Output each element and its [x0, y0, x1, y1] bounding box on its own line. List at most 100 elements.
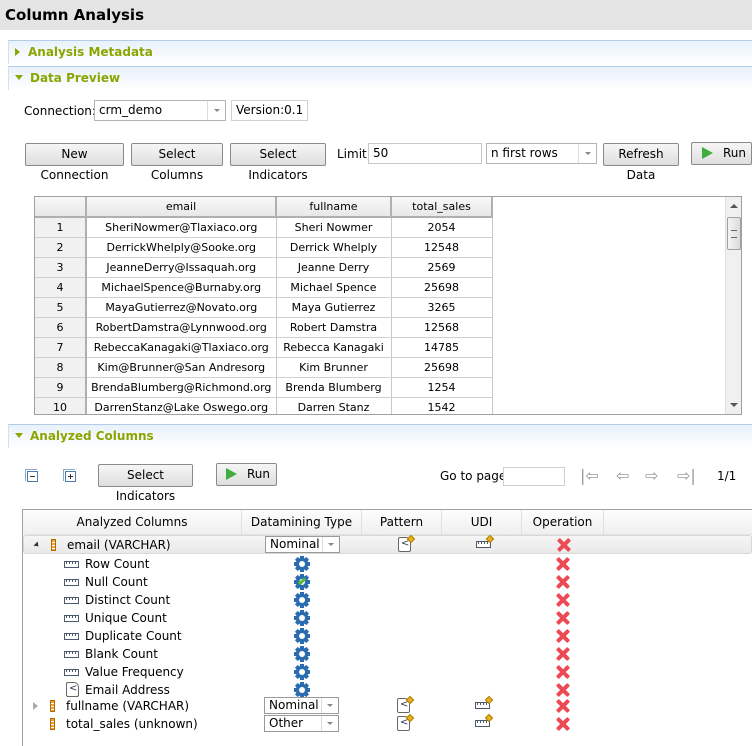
scroll-thumb[interactable] — [727, 217, 741, 250]
run-button-2[interactable]: Run — [216, 463, 277, 486]
table-cell[interactable]: Darren Stanz — [276, 397, 392, 414]
table-cell[interactable]: Sheri Nowmer — [276, 217, 392, 238]
indicator-row[interactable]: Distinct Count — [23, 591, 752, 609]
delete-icon[interactable] — [556, 647, 570, 661]
section-data-preview[interactable]: Data Preview — [8, 66, 752, 90]
header-datamining-type[interactable]: Datamining Type — [242, 510, 362, 535]
tree-row-fullname[interactable]: fullname (VARCHAR) Nominal — [23, 695, 752, 715]
expand-all-icon[interactable] — [63, 469, 76, 482]
table-cell[interactable]: 3265 — [391, 297, 493, 318]
expanded-arrow-icon[interactable] — [33, 541, 41, 549]
table-row[interactable]: 1 SheriNowmer@Tlaxiaco.org Sheri Nowmer 205… — [35, 217, 493, 238]
last-page-icon[interactable]: ⇨| — [677, 468, 696, 484]
go-to-page-input[interactable] — [503, 467, 565, 486]
table-cell[interactable]: 1254 — [391, 377, 493, 398]
delete-icon[interactable] — [556, 683, 570, 697]
first-page-icon[interactable]: |⇦ — [580, 468, 599, 484]
gear-icon[interactable] — [294, 592, 310, 608]
table-row[interactable]: 4 MichaelSpence@Burnaby.org Michael Spence… — [35, 277, 493, 298]
gear-icon[interactable] — [294, 646, 310, 662]
table-row[interactable]: 3 JeanneDerry@Issaquah.org Jeanne Derry 256… — [35, 257, 493, 278]
gear-icon[interactable] — [294, 682, 310, 698]
table-cell[interactable]: RobertDamstra@Lynnwood.org — [86, 317, 277, 338]
previous-page-icon[interactable]: ⇦ — [616, 468, 629, 484]
table-cell[interactable]: Brenda Blumberg — [276, 377, 392, 398]
select-indicators-button[interactable]: Select Indicators — [230, 143, 326, 182]
run-button[interactable]: Run — [691, 142, 752, 165]
table-cell[interactable]: MichaelSpence@Burnaby.org — [86, 277, 277, 298]
section-analysis-metadata[interactable]: Analysis Metadata — [8, 40, 752, 64]
chevron-down-icon[interactable] — [578, 144, 596, 163]
table-cell[interactable]: DarrenStanz@Lake Oswego.org — [86, 397, 277, 414]
gear-icon[interactable] — [294, 610, 310, 626]
collapse-all-icon[interactable] — [25, 469, 38, 482]
delete-icon[interactable] — [556, 611, 570, 625]
table-cell[interactable]: RebeccaKanagaki@Tlaxiaco.org — [86, 337, 277, 358]
vertical-scrollbar[interactable] — [725, 197, 741, 414]
section-analyzed-columns[interactable]: Analyzed Columns — [8, 424, 752, 448]
table-cell[interactable]: MayaGutierrez@Novato.org — [86, 297, 277, 318]
table-cell[interactable]: JeanneDerry@Issaquah.org — [86, 257, 277, 278]
header-pattern[interactable]: Pattern — [362, 510, 442, 535]
table-row[interactable]: 10 DarrenStanz@Lake Oswego.org Darren Stan… — [35, 397, 493, 414]
delete-icon[interactable] — [556, 629, 570, 643]
scroll-down-icon[interactable] — [730, 403, 738, 407]
new-connection-button[interactable]: New Connection — [25, 143, 124, 182]
table-cell[interactable]: SheriNowmer@Tlaxiaco.org — [86, 217, 277, 238]
indicator-row[interactable]: Unique Count — [23, 609, 752, 627]
table-cell[interactable]: 14785 — [391, 337, 493, 358]
select-indicators-button-2[interactable]: Select Indicators — [98, 464, 193, 503]
table-cell[interactable]: DerrickWhelply@Sooke.org — [86, 237, 277, 258]
select-columns-button[interactable]: Select Columns — [131, 143, 223, 182]
table-cell[interactable]: Derrick Whelply — [276, 237, 392, 258]
column-header-email[interactable]: email — [86, 197, 277, 218]
table-cell[interactable]: Maya Gutierrez — [276, 297, 392, 318]
table-cell[interactable]: Robert Damstra — [276, 317, 392, 338]
delete-icon[interactable] — [556, 575, 570, 589]
table-row[interactable]: 7 RebeccaKanagaki@Tlaxiaco.org Rebecca Kan… — [35, 337, 493, 358]
indicator-row[interactable]: Null Count — [23, 573, 752, 591]
chevron-down-icon[interactable] — [207, 101, 225, 120]
table-row[interactable]: 5 MayaGutierrez@Novato.org Maya Gutierrez 3… — [35, 297, 493, 318]
gear-icon[interactable] — [294, 664, 310, 680]
delete-icon[interactable] — [556, 665, 570, 679]
table-cell[interactable]: 12548 — [391, 237, 493, 258]
tree-row-email[interactable]: email (VARCHAR) Nominal — [23, 534, 752, 554]
connection-select[interactable]: crm_demo — [94, 100, 226, 121]
indicator-row[interactable]: Duplicate Count — [23, 627, 752, 645]
data-preview-table[interactable]: email fullname total_sales 1 SheriNowmer@… — [34, 196, 742, 415]
table-row[interactable]: 2 DerrickWhelply@Sooke.org Derrick Whelply… — [35, 237, 493, 258]
header-operation[interactable]: Operation — [522, 510, 604, 535]
table-cell[interactable]: Michael Spence — [276, 277, 392, 298]
table-cell[interactable]: Kim@Brunner@San Andresorg — [86, 357, 277, 378]
delete-icon[interactable] — [557, 538, 571, 552]
delete-icon[interactable] — [556, 699, 570, 713]
analyzed-columns-tree[interactable]: Analyzed Columns Datamining Type Pattern… — [22, 509, 752, 746]
header-udi[interactable]: UDI — [442, 510, 522, 535]
table-row[interactable]: 8 Kim@Brunner@San Andresorg Kim Brunner 256… — [35, 357, 493, 378]
datamining-type-select[interactable]: Nominal — [265, 536, 340, 553]
table-cell[interactable]: Jeanne Derry — [276, 257, 392, 278]
scroll-up-icon[interactable] — [730, 204, 738, 208]
indicator-row[interactable]: Blank Count — [23, 645, 752, 663]
table-cell[interactable]: Kim Brunner — [276, 357, 392, 378]
column-header-fullname[interactable]: fullname — [276, 197, 392, 218]
limit-input[interactable]: 50 — [368, 143, 482, 164]
table-cell[interactable]: Rebecca Kanagaki — [276, 337, 392, 358]
delete-icon[interactable] — [556, 557, 570, 571]
delete-icon[interactable] — [556, 717, 570, 731]
delete-icon[interactable] — [556, 593, 570, 607]
datamining-type-select[interactable]: Nominal — [264, 697, 339, 714]
gear-icon[interactable] — [294, 628, 310, 644]
table-cell[interactable]: 2569 — [391, 257, 493, 278]
refresh-data-button[interactable]: Refresh Data — [603, 143, 679, 182]
gear-icon[interactable] — [294, 574, 310, 590]
next-page-icon[interactable]: ⇨ — [645, 468, 658, 484]
table-cell[interactable]: 1542 — [391, 397, 493, 414]
header-analyzed-columns[interactable]: Analyzed Columns — [23, 510, 242, 535]
tree-row-total-sales[interactable]: total_sales (unknown) Other — [23, 713, 752, 733]
column-header-total-sales[interactable]: total_sales — [391, 197, 493, 218]
table-cell[interactable]: 25698 — [391, 277, 493, 298]
table-cell[interactable]: BrendaBlumberg@Richmond.org — [86, 377, 277, 398]
table-row[interactable]: 9 BrendaBlumberg@Richmond.org Brenda Blumb… — [35, 377, 493, 398]
